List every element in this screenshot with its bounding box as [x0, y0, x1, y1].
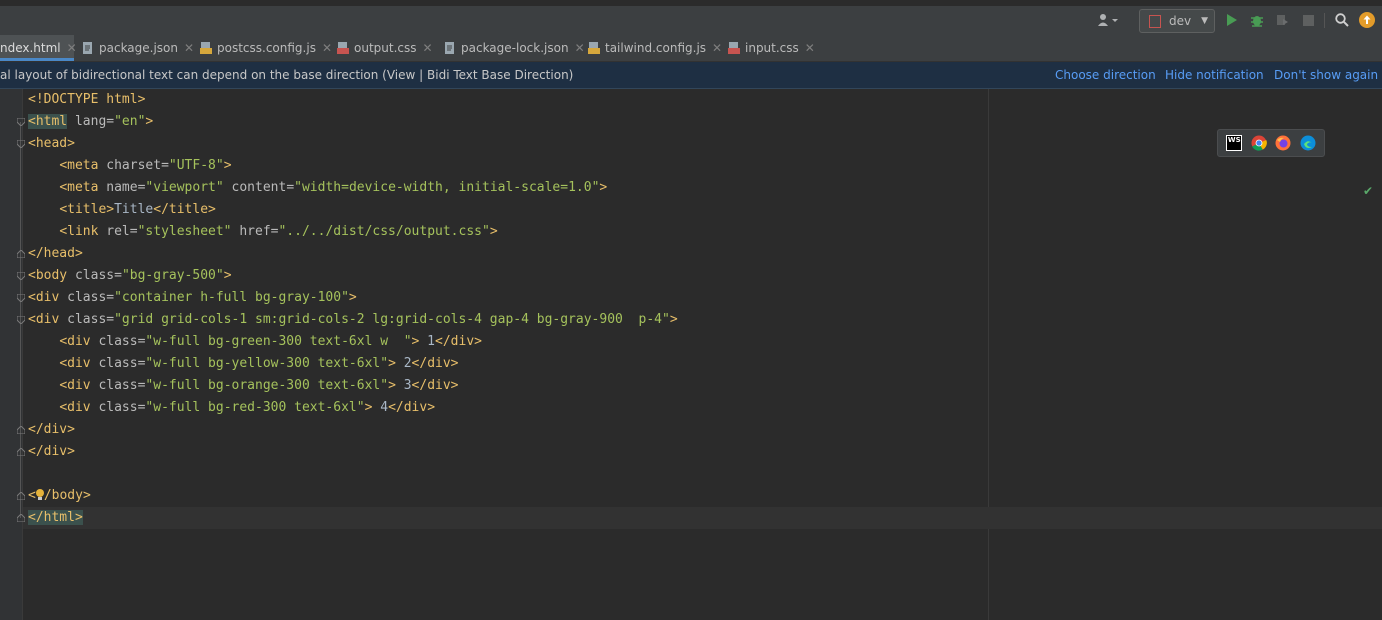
tab-index-html[interactable]: ndex.html ✕ [0, 35, 77, 61]
tab-input-css[interactable]: input.css ✕ [728, 35, 815, 61]
coverage-icon[interactable] [1273, 11, 1291, 29]
browser-preview-popup: WS [1217, 129, 1325, 157]
tab-label: ndex.html [0, 41, 61, 55]
json-file-icon [444, 42, 456, 54]
dont-show-again-link[interactable]: Don't show again [1274, 68, 1378, 82]
tab-label: package-lock.json [461, 41, 569, 55]
close-icon[interactable]: ✕ [67, 41, 77, 55]
js-file-icon [588, 42, 600, 54]
fold-marker-icon[interactable] [17, 250, 25, 258]
code-line: <meta name="viewport" content="width=dev… [59, 180, 608, 195]
code-line: <meta charset="UTF-8"> [59, 158, 232, 173]
code-line: <html lang="en"> [28, 114, 154, 129]
code-line: <div class="w-full bg-orange-300 text-6x… [59, 378, 459, 393]
update-icon[interactable] [1358, 11, 1376, 29]
code-line: <div class="w-full bg-red-300 text-6xl">… [59, 400, 436, 415]
code-line: <!DOCTYPE html> [28, 92, 146, 107]
code-line: </html> [28, 510, 83, 525]
tab-package-lock-json[interactable]: package-lock.json ✕ [444, 35, 585, 61]
close-icon[interactable]: ✕ [322, 41, 332, 55]
fold-marker-icon[interactable] [17, 272, 25, 280]
tab-label: output.css [354, 41, 417, 55]
css-file-icon [728, 42, 740, 54]
close-icon[interactable]: ✕ [805, 41, 815, 55]
notification-message: al layout of bidirectional text can depe… [0, 68, 574, 82]
code-line: </div> [28, 444, 75, 459]
run-config-select[interactable]: dev ▼ [1139, 9, 1215, 33]
firefox-icon[interactable] [1275, 135, 1291, 151]
code-line: <div class="w-full bg-green-300 text-6xl… [59, 334, 482, 349]
tab-output-css[interactable]: output.css ✕ [337, 35, 433, 61]
fold-marker-icon[interactable] [17, 514, 25, 522]
tab-label: postcss.config.js [217, 41, 316, 55]
fold-marker-icon[interactable] [17, 294, 25, 302]
tab-package-json[interactable]: package.json ✕ [82, 35, 194, 61]
tab-tailwind-config[interactable]: tailwind.config.js ✕ [588, 35, 722, 61]
editor-tabs: ndex.html ✕ package.json ✕ postcss.confi… [0, 35, 1382, 62]
close-icon[interactable]: ✕ [184, 41, 194, 55]
chevron-down-icon: ▼ [1201, 16, 1209, 26]
js-file-icon [200, 42, 212, 54]
hide-notification-link[interactable]: Hide notification [1165, 68, 1264, 82]
code-line: <link rel="stylesheet" href="../../dist/… [59, 224, 498, 239]
tab-label: tailwind.config.js [605, 41, 707, 55]
search-icon[interactable] [1333, 11, 1351, 29]
run-icon[interactable] [1223, 11, 1241, 29]
code-line: <div class="w-full bg-yellow-300 text-6x… [59, 356, 459, 371]
code-line: </head> [28, 246, 83, 261]
run-config-label: dev [1169, 14, 1192, 28]
notification-bar: al layout of bidirectional text can depe… [0, 62, 1382, 89]
close-icon[interactable]: ✕ [423, 41, 433, 55]
fold-marker-icon[interactable] [17, 426, 25, 434]
chrome-icon[interactable] [1251, 135, 1267, 151]
code-line: <body class="bg-gray-500"> [28, 268, 232, 283]
code-line: </body> [28, 488, 91, 503]
code-line: <head> [28, 136, 75, 151]
fold-marker-icon[interactable] [17, 316, 25, 324]
code-line: <div class="grid grid-cols-1 sm:grid-col… [28, 312, 678, 327]
code-content[interactable]: <!DOCTYPE html> <html lang="en"> <head> … [28, 89, 678, 529]
fold-marker-icon[interactable] [17, 492, 25, 500]
npm-config-icon [1149, 14, 1161, 28]
webstorm-icon[interactable]: WS [1226, 135, 1243, 151]
debug-icon[interactable] [1248, 11, 1266, 29]
stop-icon[interactable] [1299, 11, 1317, 29]
code-line: <title>Title</title> [59, 202, 216, 217]
lightbulb-icon[interactable] [35, 489, 44, 502]
close-icon[interactable]: ✕ [712, 41, 722, 55]
main-toolbar: dev ▼ [0, 6, 1382, 35]
code-editor[interactable]: <!DOCTYPE html> <html lang="en"> <head> … [0, 89, 1382, 620]
right-margin-guide [988, 89, 989, 620]
tab-postcss-config[interactable]: postcss.config.js ✕ [200, 35, 332, 61]
code-line: </div> [28, 422, 75, 437]
code-line: <div class="container h-full bg-gray-100… [28, 290, 357, 305]
choose-direction-link[interactable]: Choose direction [1055, 68, 1156, 82]
tab-label: input.css [745, 41, 799, 55]
close-icon[interactable]: ✕ [575, 41, 585, 55]
tab-label: package.json [99, 41, 179, 55]
css-file-icon [337, 42, 349, 54]
toolbar-divider [1324, 13, 1325, 28]
json-file-icon [82, 42, 94, 54]
fold-marker-icon[interactable] [17, 118, 25, 126]
fold-marker-icon[interactable] [17, 448, 25, 456]
edge-icon[interactable] [1300, 135, 1316, 151]
fold-marker-icon[interactable] [17, 140, 25, 148]
user-icon[interactable] [1095, 11, 1121, 29]
no-problems-check-icon[interactable]: ✔ [1363, 184, 1373, 198]
